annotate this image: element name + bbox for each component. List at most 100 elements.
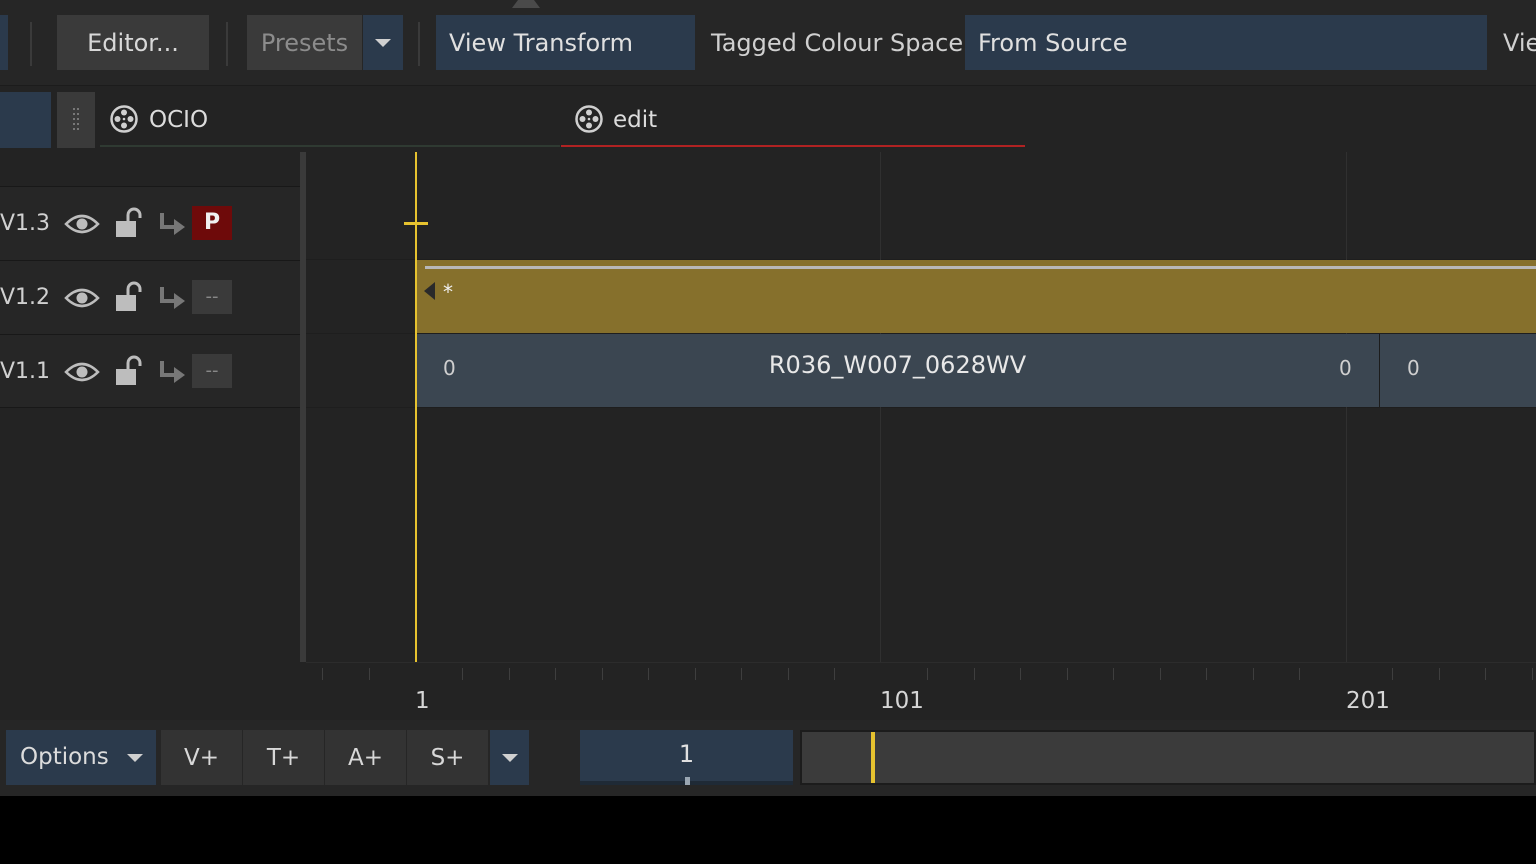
add-subtitle-track-button[interactable]: S+ — [407, 730, 488, 785]
ruler-tick — [834, 668, 835, 680]
ruler-tick — [695, 668, 696, 680]
panel-tab-bar: OCIO edit — [0, 86, 1536, 152]
panel-tab-placeholder[interactable] — [0, 92, 51, 148]
tagged-colour-space-select[interactable]: From Source — [965, 15, 1487, 70]
ruler-tick — [1206, 668, 1207, 680]
ruler-tick — [1020, 668, 1021, 680]
ruler-tick — [1439, 668, 1440, 680]
tab-ocio-label: OCIO — [149, 107, 209, 133]
ruler-tick — [648, 668, 649, 680]
splitter-handle-icon[interactable] — [508, 0, 544, 8]
editor-button[interactable]: Editor... — [57, 15, 209, 70]
ruler-tick — [1160, 668, 1161, 680]
ruler-tick — [1113, 668, 1114, 680]
window-bottom-area — [0, 796, 1536, 864]
next-video-clip[interactable]: 0 — [1380, 334, 1536, 407]
ruler-tick — [1485, 668, 1486, 680]
chevron-down-icon — [375, 38, 391, 47]
track-header-v1-2[interactable]: V1.2 -- — [0, 260, 302, 334]
record-toggle[interactable]: -- — [192, 354, 232, 388]
unlock-icon[interactable] — [114, 355, 144, 387]
presets-dropdown-button[interactable] — [363, 15, 403, 70]
ruler-tick — [1299, 668, 1300, 680]
tagged-colour-space-label: Tagged Colour Space — [711, 28, 964, 57]
tab-ocio[interactable]: OCIO — [100, 86, 560, 148]
video-clip[interactable]: 0 R036_W007_0628WV 0 — [416, 334, 1379, 407]
clip-out-handle: 0 — [1339, 356, 1352, 380]
viewer-toolbar: Editor... Presets View Transform Tagged … — [0, 0, 1536, 86]
ruler-tick — [927, 668, 928, 680]
ruler-tick — [509, 668, 510, 680]
ruler-tick — [1067, 668, 1068, 680]
eye-icon[interactable] — [64, 213, 100, 235]
options-label: Options — [20, 744, 109, 770]
playhead-line[interactable] — [415, 152, 417, 687]
ruler-tick — [322, 668, 323, 680]
frame-number-field[interactable]: 1 — [580, 730, 793, 785]
ruler-tick — [741, 668, 742, 680]
options-button[interactable]: Options — [6, 730, 156, 785]
effect-clip[interactable]: * — [416, 260, 1536, 333]
add-audio-track-button[interactable]: A+ — [325, 730, 406, 785]
unlock-icon[interactable] — [114, 207, 144, 239]
eye-icon[interactable] — [64, 287, 100, 309]
drag-handle[interactable] — [57, 92, 95, 148]
ruler-label: 1 — [415, 688, 430, 714]
ruler-tick — [974, 668, 975, 680]
record-toggle[interactable]: -- — [192, 280, 232, 314]
unlock-icon[interactable] — [114, 281, 144, 313]
target-arrow-icon[interactable] — [158, 211, 188, 237]
view-transform-select[interactable]: View Transform — [436, 15, 695, 70]
scrollbar-playhead — [871, 732, 875, 783]
film-reel-icon — [110, 105, 138, 133]
frame-gridline — [880, 152, 881, 662]
ruler-tick — [1392, 668, 1393, 680]
track-name: V1.3 — [0, 211, 51, 236]
toolbar-separator — [226, 22, 228, 66]
ruler-tick — [555, 668, 556, 680]
ruler-label: 101 — [880, 688, 924, 714]
ruler-label: 201 — [1346, 688, 1390, 714]
track-lane-separator — [306, 407, 1536, 408]
ruler-tick — [1532, 668, 1533, 680]
ruler-tick — [788, 668, 789, 680]
record-toggle[interactable]: P — [192, 206, 232, 240]
chevron-down-icon — [127, 754, 143, 762]
presets-button[interactable]: Presets — [247, 15, 362, 70]
ruler-tick — [462, 668, 463, 680]
tab-edit-underline — [561, 145, 1025, 147]
effect-clip-label: * — [443, 280, 453, 304]
track-name: V1.2 — [0, 285, 51, 310]
add-text-track-button[interactable]: T+ — [243, 730, 324, 785]
playhead-marker — [404, 222, 428, 225]
clip-start-arrow-icon — [424, 282, 435, 300]
grip-dots-icon — [73, 108, 79, 130]
frame-field-thumb — [685, 777, 690, 785]
chevron-down-icon — [502, 754, 518, 762]
eye-icon[interactable] — [64, 361, 100, 383]
target-arrow-icon[interactable] — [158, 359, 188, 385]
toolbar-separator — [30, 22, 32, 66]
frame-gridline — [1346, 152, 1347, 662]
track-header-v1-3[interactable]: V1.3 P — [0, 186, 302, 260]
tab-edit[interactable]: edit — [561, 86, 1025, 148]
effect-clip-line — [425, 266, 1536, 269]
film-reel-icon — [575, 105, 603, 133]
target-arrow-icon[interactable] — [158, 285, 188, 311]
ruler-tick — [602, 668, 603, 680]
frame-number-value: 1 — [678, 740, 695, 768]
view-label: Vie — [1503, 28, 1536, 57]
toolbar-separator — [418, 22, 420, 66]
ruler-tick — [1253, 668, 1254, 680]
add-video-track-button[interactable]: V+ — [161, 730, 242, 785]
track-name: V1.1 — [0, 359, 51, 384]
tab-edit-label: edit — [613, 107, 658, 133]
toolbar-left-field[interactable] — [0, 15, 8, 70]
add-track-dropdown-button[interactable] — [490, 730, 529, 785]
ruler-tick — [369, 668, 370, 680]
track-header-v1-1[interactable]: V1.1 -- — [0, 334, 302, 408]
timeline-bottom-bar: Options V+ T+ A+ S+ 1 — [0, 720, 1536, 796]
timeline-scrollbar[interactable] — [800, 730, 1536, 785]
tab-ocio-underline — [100, 145, 560, 147]
clip-name: R036_W007_0628WV — [768, 351, 1027, 379]
